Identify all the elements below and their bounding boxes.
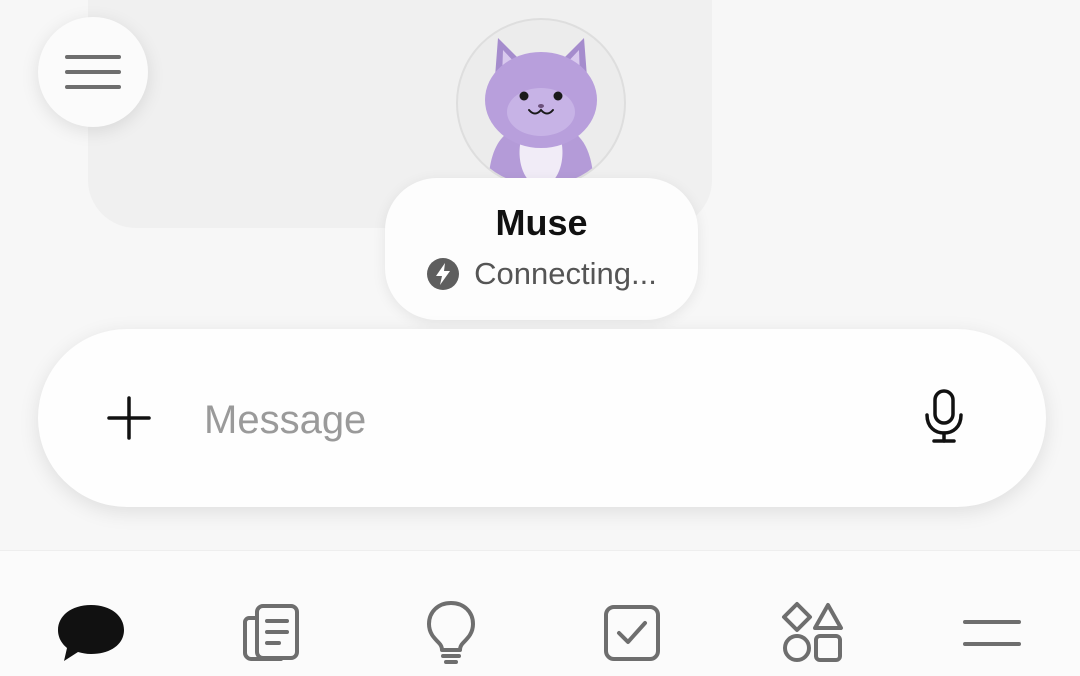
voice-button[interactable]: [923, 389, 965, 450]
plus-icon: [107, 396, 151, 440]
purple-cat-avatar: [485, 38, 597, 186]
shapes-icon: [782, 602, 843, 662]
status-text: Connecting...: [474, 256, 657, 291]
bottom-tab-bar: [0, 550, 1080, 676]
checkbox-icon: [604, 605, 660, 661]
tab-notes[interactable]: [235, 599, 307, 667]
menu-button[interactable]: [38, 17, 148, 127]
chat-area: Muse Connecting...: [0, 0, 1080, 330]
message-composer: [38, 329, 1046, 507]
more-menu-icon: [963, 620, 1021, 646]
lightning-bolt-icon: [427, 258, 460, 290]
tab-chat[interactable]: [55, 599, 127, 667]
message-input[interactable]: [202, 381, 886, 459]
chat-bubble-icon: [58, 605, 124, 661]
lightbulb-icon: [427, 601, 475, 664]
tab-ideas[interactable]: [415, 599, 487, 667]
agent-card: Muse Connecting...: [385, 178, 698, 320]
hamburger-menu-icon: [65, 55, 121, 89]
tab-apps[interactable]: [776, 599, 848, 667]
tab-tasks[interactable]: [596, 599, 668, 667]
microphone-icon: [925, 389, 963, 443]
agent-status: Connecting...: [385, 256, 698, 292]
tab-more[interactable]: [956, 599, 1028, 667]
agent-avatar[interactable]: [456, 18, 626, 188]
agent-name: Muse: [495, 202, 588, 243]
notes-icon: [243, 604, 299, 661]
attach-button[interactable]: [106, 395, 152, 446]
